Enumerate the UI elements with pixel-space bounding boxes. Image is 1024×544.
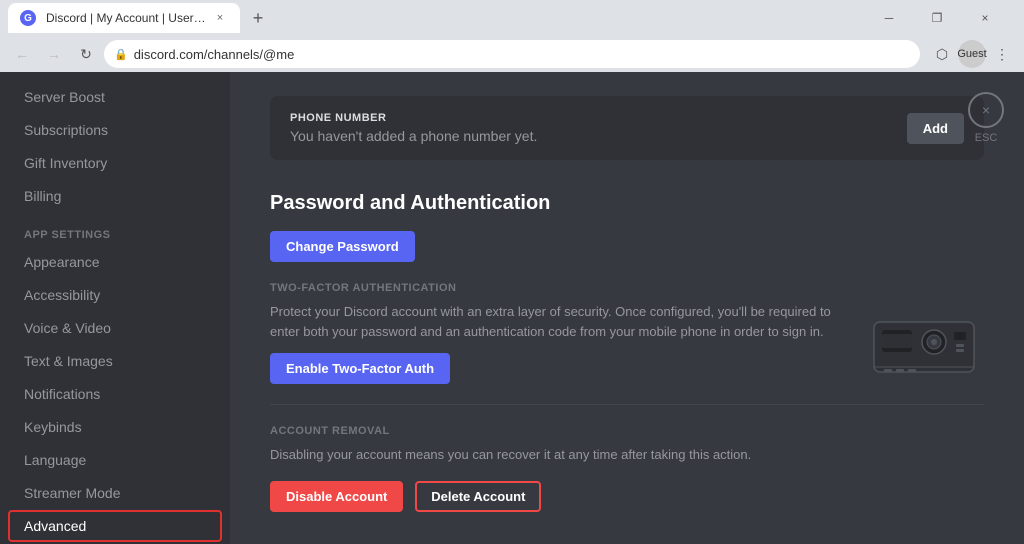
tfa-text: Protect your Discord account with an ext… <box>270 302 844 384</box>
forward-button[interactable]: → <box>40 40 68 68</box>
sidebar-item-subscriptions[interactable]: Subscriptions <box>8 114 222 146</box>
phone-info: PHONE NUMBER You haven't added a phone n… <box>290 112 537 144</box>
minimize-button[interactable]: ─ <box>866 0 912 36</box>
sidebar-item-advanced[interactable]: Advanced <box>8 510 222 542</box>
sidebar-item-language[interactable]: Language <box>8 444 222 476</box>
sidebar-item-appearance[interactable]: Appearance <box>8 246 222 278</box>
tfa-label: TWO-FACTOR AUTHENTICATION <box>270 282 984 294</box>
sidebar-item-text-images[interactable]: Text & Images <box>8 345 222 377</box>
section-title: Password and Authentication <box>270 192 984 215</box>
tfa-description: Protect your Discord account with an ext… <box>270 302 844 341</box>
sidebar-item-billing[interactable]: Billing <box>8 180 222 212</box>
removal-actions: Disable Account Delete Account <box>270 481 984 512</box>
removal-description: Disabling your account means you can rec… <box>270 445 984 465</box>
sidebar-item-streamer-mode[interactable]: Streamer Mode <box>8 477 222 509</box>
sidebar-item-server-boost[interactable]: Server Boost <box>8 81 222 113</box>
esc-label: ESC <box>975 132 998 144</box>
delete-account-button[interactable]: Delete Account <box>415 481 541 512</box>
esc-button[interactable]: × ESC <box>968 92 1004 144</box>
esc-circle: × <box>968 92 1004 128</box>
extensions-button[interactable]: ⬡ <box>928 40 956 68</box>
sidebar-item-keybinds[interactable]: Keybinds <box>8 411 222 443</box>
close-window-button[interactable]: × <box>962 0 1008 36</box>
profile-button[interactable]: Guest <box>958 40 986 68</box>
phone-number-section: PHONE NUMBER You haven't added a phone n… <box>270 96 984 160</box>
restore-button[interactable]: ❐ <box>914 0 960 36</box>
app-settings-section-label: APP SETTINGS <box>8 213 230 245</box>
phone-value: You haven't added a phone number yet. <box>290 128 537 144</box>
password-auth-section: Password and Authentication Change Passw… <box>270 192 984 384</box>
active-tab[interactable]: G Discord | My Account | User Se... × <box>8 3 240 33</box>
discord-favicon: G <box>20 10 36 26</box>
sidebar-item-gift-inventory[interactable]: Gift Inventory <box>8 147 222 179</box>
tfa-illustration <box>864 302 984 382</box>
account-removal-label: ACCOUNT REMOVAL <box>270 425 984 437</box>
back-button[interactable]: ← <box>8 40 36 68</box>
lock-icon: 🔒 <box>114 48 128 61</box>
divider <box>270 404 984 405</box>
browser-actions: ⬡ Guest ⋮ <box>928 40 1016 68</box>
change-password-button[interactable]: Change Password <box>270 231 415 262</box>
reload-button[interactable]: ↻ <box>72 40 100 68</box>
menu-button[interactable]: ⋮ <box>988 40 1016 68</box>
enable-tfa-button[interactable]: Enable Two-Factor Auth <box>270 353 450 384</box>
sidebar: Server Boost Subscriptions Gift Inventor… <box>0 72 230 544</box>
sidebar-item-notifications[interactable]: Notifications <box>8 378 222 410</box>
address-bar: ← → ↻ 🔒 discord.com/channels/@me ⬡ Guest… <box>0 36 1024 72</box>
sidebar-item-voice-video[interactable]: Voice & Video <box>8 312 222 344</box>
phone-label: PHONE NUMBER <box>290 112 537 124</box>
tab-title: Discord | My Account | User Se... <box>46 11 206 25</box>
url-text: discord.com/channels/@me <box>134 47 295 62</box>
tfa-container: Protect your Discord account with an ext… <box>270 302 984 384</box>
browser-chrome: G Discord | My Account | User Se... × + … <box>0 0 1024 72</box>
tab-bar: G Discord | My Account | User Se... × + … <box>0 0 1024 36</box>
disable-account-button[interactable]: Disable Account <box>270 481 403 512</box>
tab-close-button[interactable]: × <box>212 10 228 26</box>
window-controls: ─ ❐ × <box>866 0 1008 36</box>
sidebar-item-accessibility[interactable]: Accessibility <box>8 279 222 311</box>
main-content: × ESC PHONE NUMBER You haven't added a p… <box>230 72 1024 544</box>
account-removal-section: ACCOUNT REMOVAL Disabling your account m… <box>270 425 984 512</box>
app: Server Boost Subscriptions Gift Inventor… <box>0 72 1024 544</box>
new-tab-button[interactable]: + <box>244 4 272 32</box>
url-box[interactable]: 🔒 discord.com/channels/@me <box>104 40 920 68</box>
add-phone-button[interactable]: Add <box>907 113 964 144</box>
